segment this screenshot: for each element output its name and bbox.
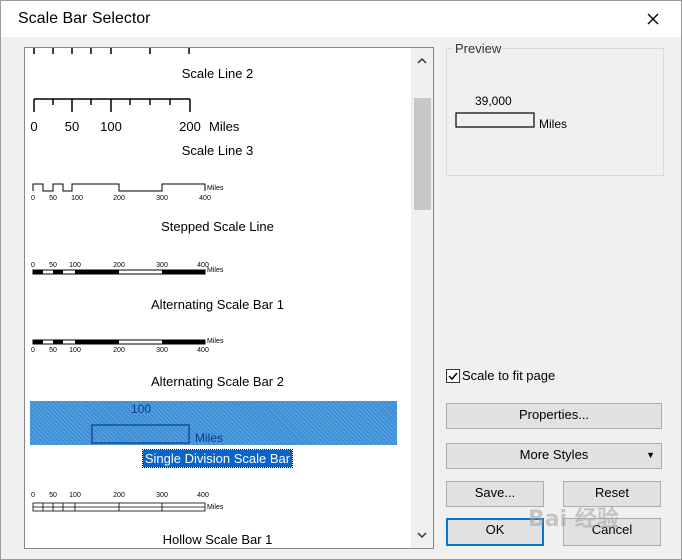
svg-text:100: 100	[71, 195, 83, 202]
list-item-label: Alternating Scale Bar 1	[151, 297, 284, 312]
scale-bar-selector-dialog: Scale Bar Selector Scale Line 2 0 50 100…	[0, 0, 682, 560]
tick-label: 0	[30, 119, 37, 134]
svg-text:200: 200	[113, 195, 125, 202]
svg-text:200: 200	[113, 492, 125, 499]
list-item-stepped-scale-line[interactable]: 0 50 100 200 300 400 Miles Stepped Scale…	[25, 182, 410, 259]
more-styles-label: More Styles	[519, 447, 589, 462]
svg-text:Miles: Miles	[207, 504, 224, 511]
list-scrollbar[interactable]	[411, 48, 433, 548]
single-division-scale-bar-graphic: 100 Miles	[91, 402, 223, 445]
svg-text:400: 400	[197, 347, 209, 354]
list-item-label: Alternating Scale Bar 2	[151, 374, 284, 389]
scale-to-fit-label: Scale to fit page	[462, 368, 556, 383]
alternating-scale-bar-2-graphic: 0 50 100 200 300 400 Miles	[31, 338, 224, 354]
svg-text:Miles: Miles	[207, 185, 224, 192]
svg-text:400: 400	[197, 492, 209, 499]
list-item-label: Scale Line 2	[181, 66, 254, 81]
svg-text:50: 50	[49, 195, 57, 202]
scale-to-fit-checkbox[interactable]	[446, 369, 460, 383]
dropdown-arrow-icon: ▼	[646, 450, 655, 460]
svg-text:300: 300	[156, 195, 168, 202]
preview-unit: Miles	[539, 117, 567, 131]
svg-text:100: 100	[69, 262, 81, 269]
svg-text:0: 0	[31, 492, 35, 499]
tick-label: 200	[179, 119, 201, 134]
scale-line-3-graphic: 0 50 100 200 Miles	[30, 98, 240, 134]
svg-text:100: 100	[69, 347, 81, 354]
scroll-up-icon[interactable]	[415, 54, 429, 68]
tick-label: 50	[65, 119, 79, 134]
list-item-hollow-scale-bar-1[interactable]: 0 50 100 200 300 400 Miles Hollow Scale …	[25, 490, 410, 548]
svg-text:300: 300	[156, 492, 168, 499]
svg-text:100: 100	[131, 402, 151, 416]
list-item-label: Scale Line 3	[181, 143, 254, 158]
unit-label: Miles	[209, 119, 240, 134]
svg-text:200: 200	[113, 262, 125, 269]
preview-value: 39,000	[475, 94, 512, 108]
svg-text:Miles: Miles	[207, 267, 224, 274]
svg-text:50: 50	[49, 262, 57, 269]
hollow-scale-bar-1-graphic: 0 50 100 200 300 400 Miles	[31, 492, 224, 512]
list-item-label: Hollow Scale Bar 1	[162, 532, 273, 547]
alternating-scale-bar-1-graphic: 0 50 100 200 300 400 Miles	[31, 262, 224, 275]
more-styles-button[interactable]: More Styles ▼	[446, 443, 662, 469]
svg-text:Miles: Miles	[207, 338, 224, 345]
scale-bar-list[interactable]: Scale Line 2 0 50 100 200 Miles Scale Li…	[24, 47, 434, 549]
list-item-label: Stepped Scale Line	[161, 219, 274, 234]
list-item-alternating-scale-bar-1[interactable]: 0 50 100 200 300 400 Miles Alternating S…	[25, 260, 410, 337]
svg-text:300: 300	[156, 262, 168, 269]
svg-text:0: 0	[31, 262, 35, 269]
svg-text:50: 50	[49, 347, 57, 354]
watermark: Bai 经验	[528, 507, 619, 532]
preview-title: Preview	[453, 41, 504, 56]
svg-text:0: 0	[31, 195, 35, 202]
list-item-label: Single Division Scale Bar	[141, 449, 294, 468]
scroll-thumb[interactable]	[414, 98, 431, 210]
svg-text:Miles: Miles	[195, 431, 223, 445]
scroll-down-icon[interactable]	[415, 528, 429, 542]
title-bar: Scale Bar Selector	[1, 1, 681, 37]
preview-panel: 39,000 Miles	[446, 48, 664, 176]
dialog-title: Scale Bar Selector	[18, 10, 151, 27]
checkmark-icon	[448, 372, 458, 381]
svg-text:200: 200	[113, 347, 125, 354]
svg-text:100: 100	[69, 492, 81, 499]
svg-text:0: 0	[31, 347, 35, 354]
list-item-single-division-scale-bar[interactable]: 100 Miles Single Division Scale Bar	[25, 401, 410, 478]
svg-text:300: 300	[156, 347, 168, 354]
close-icon[interactable]	[643, 9, 663, 29]
properties-button[interactable]: Properties...	[446, 403, 662, 429]
list-item-scale-line-3[interactable]: 0 50 100 200 Miles Scale Line 3	[25, 98, 410, 175]
stepped-scale-line-graphic: 0 50 100 200 300 400 Miles	[31, 183, 224, 202]
tick-label: 100	[100, 119, 122, 134]
preview-scale-bar: 39,000 Miles	[455, 94, 567, 131]
svg-text:400: 400	[199, 195, 211, 202]
svg-text:50: 50	[49, 492, 57, 499]
